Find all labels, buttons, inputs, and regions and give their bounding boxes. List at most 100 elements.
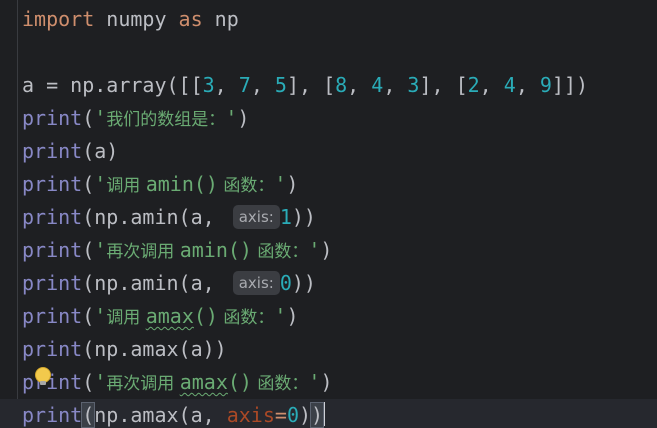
- string-quote: ': [94, 172, 107, 196]
- code-line-3[interactable]: a = np.array([[3, 7, 5], [8, 4, 3], [2, …: [22, 69, 657, 102]
- print-function: print: [22, 337, 83, 361]
- string-text: 我们的数组是：: [106, 110, 226, 130]
- paren: (: [82, 106, 95, 130]
- string-quote: ': [225, 106, 238, 130]
- comma: ,: [515, 73, 540, 97]
- paren: (: [82, 304, 95, 328]
- code-editor[interactable]: import numpy as np a = np.array([[3, 7, …: [0, 0, 657, 428]
- comma: ,: [479, 73, 504, 97]
- array-close: ]]): [551, 73, 589, 97]
- number: 1: [279, 205, 292, 229]
- number: 5: [274, 73, 287, 97]
- module-name: numpy: [94, 7, 179, 31]
- print-function: print: [22, 106, 83, 130]
- string-text: 函数：: [217, 308, 275, 328]
- code-line-6[interactable]: print('调用 amin() 函数：'): [22, 168, 657, 201]
- string-text: 函数：: [251, 374, 309, 394]
- typo-underlined-word: amax: [145, 304, 194, 328]
- code-line-12[interactable]: print('再次调用 amax() 函数：'): [22, 366, 657, 399]
- string-text: 函数：: [217, 176, 275, 196]
- string-text: 调用: [106, 308, 146, 328]
- print-function: print: [22, 238, 83, 262]
- print-function: print: [22, 304, 83, 328]
- separator: ], [: [419, 73, 468, 97]
- code-line-1[interactable]: import numpy as np: [22, 3, 657, 36]
- print-function: print: [22, 271, 83, 295]
- comma: ,: [214, 73, 239, 97]
- call-args: np.amax(a,: [94, 403, 227, 427]
- number: 9: [539, 73, 552, 97]
- matched-bracket: ): [310, 402, 325, 428]
- array-assign: a = np.array([[: [22, 73, 203, 97]
- parameter-hint: axis:: [232, 271, 280, 295]
- separator: ], [: [286, 73, 336, 97]
- number: 0: [279, 271, 292, 295]
- print-function: print: [22, 403, 83, 427]
- paren: ): [298, 403, 312, 427]
- call-args: (a): [82, 139, 119, 163]
- string-quote: ': [308, 370, 321, 394]
- string-text: 调用: [106, 176, 146, 196]
- call-args: (np.amax(a)): [82, 337, 227, 361]
- code-line-10[interactable]: print('调用 amax() 函数：'): [22, 300, 657, 333]
- string-text: 函数：: [251, 242, 309, 262]
- number: 7: [238, 73, 251, 97]
- string-quote: ': [94, 106, 107, 130]
- code-line-13[interactable]: print(np.amax(a, axis=0)): [0, 399, 657, 428]
- code-line-4[interactable]: print('我们的数组是：'): [22, 102, 657, 135]
- string-quote: ': [308, 238, 321, 262]
- number: 3: [407, 73, 420, 97]
- paren: )): [291, 205, 316, 229]
- paren: ): [320, 370, 333, 394]
- string-text: (): [227, 370, 252, 394]
- comma: ,: [250, 73, 275, 97]
- string-text: (): [193, 304, 218, 328]
- keyword-import: import: [22, 7, 95, 31]
- code-line-9[interactable]: print(np.amin(a, axis: 0)): [22, 267, 657, 300]
- matched-bracket: (: [81, 402, 96, 428]
- number: 3: [202, 73, 215, 97]
- comma: ,: [347, 73, 372, 97]
- string-quote: ': [94, 370, 107, 394]
- number: 0: [286, 403, 299, 427]
- number: 8: [335, 73, 348, 97]
- code-line-8[interactable]: print('再次调用 amin() 函数：'): [22, 234, 657, 267]
- keyword-as: as: [178, 7, 203, 31]
- parameter-hint: axis:: [232, 205, 280, 229]
- code-line-2[interactable]: [22, 36, 657, 69]
- code-line-11[interactable]: print(np.amax(a)): [22, 333, 657, 366]
- paren: ): [286, 304, 299, 328]
- string-text: 再次调用: [106, 242, 180, 262]
- text-cursor: [323, 402, 326, 426]
- lightbulb-icon[interactable]: [36, 368, 50, 385]
- number: 4: [503, 73, 516, 97]
- code-line-7[interactable]: print(np.amin(a, axis: 1)): [22, 201, 657, 234]
- equals-sign: =: [274, 403, 287, 427]
- comma: ,: [383, 73, 408, 97]
- number: 4: [371, 73, 384, 97]
- typo-underlined-word: amax: [179, 370, 228, 394]
- paren: (: [82, 238, 95, 262]
- string-text: amin(): [179, 238, 252, 262]
- keyword-argument: axis: [226, 403, 275, 427]
- paren: ): [286, 172, 299, 196]
- string-quote: ': [94, 238, 107, 262]
- paren: ): [320, 238, 333, 262]
- paren: ): [237, 106, 250, 130]
- number: 2: [467, 73, 480, 97]
- paren: (: [82, 172, 95, 196]
- call-args: (np.amin(a,: [82, 271, 227, 295]
- string-text: 再次调用: [106, 374, 180, 394]
- print-function: print: [22, 172, 83, 196]
- code-line-5[interactable]: print(a): [22, 135, 657, 168]
- string-quote: ': [274, 172, 287, 196]
- string-quote: ': [274, 304, 287, 328]
- string-quote: ': [94, 304, 107, 328]
- gutter-divider: [17, 0, 18, 428]
- paren: )): [291, 271, 316, 295]
- print-function: print: [22, 139, 83, 163]
- paren: (: [82, 370, 95, 394]
- print-function: print: [22, 205, 83, 229]
- string-text: amin(): [145, 172, 218, 196]
- call-args: (np.amin(a,: [82, 205, 227, 229]
